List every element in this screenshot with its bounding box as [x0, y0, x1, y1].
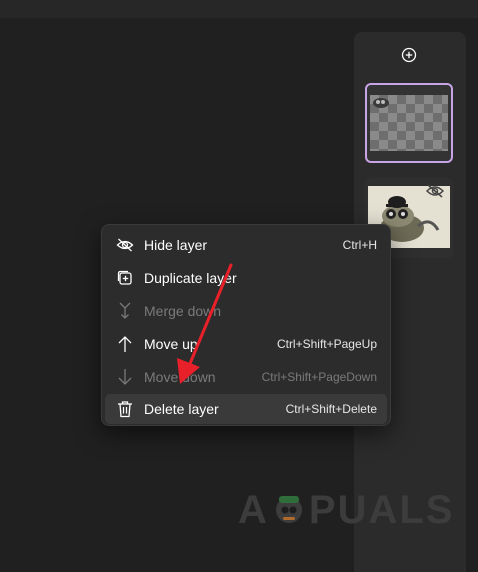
- menu-item-shortcut: Ctrl+Shift+PageUp: [276, 337, 377, 351]
- mascot-icon: [275, 496, 302, 523]
- menu-item-shortcut: Ctrl+Shift+Delete: [285, 402, 377, 416]
- layer-context-menu: Hide layer Ctrl+H Duplicate layer Merge …: [101, 224, 391, 426]
- menu-item-hide-layer[interactable]: Hide layer Ctrl+H: [105, 230, 387, 260]
- menu-item-delete-layer[interactable]: Delete layer Ctrl+Shift+Delete: [105, 394, 387, 424]
- watermark-text-left: A: [238, 487, 269, 532]
- menu-item-label: Delete layer: [144, 401, 219, 417]
- plus-circle-icon: [401, 47, 417, 63]
- menu-item-duplicate-layer[interactable]: Duplicate layer: [105, 263, 387, 293]
- arrow-up-icon: [115, 334, 135, 354]
- watermark-text-right: PUALS: [308, 487, 455, 532]
- menu-item-shortcut: Ctrl+H: [342, 238, 377, 252]
- menu-item-label: Move up: [144, 336, 198, 352]
- menu-item-merge-down[interactable]: Merge down: [105, 296, 387, 326]
- menu-item-label: Duplicate layer: [144, 270, 237, 286]
- eye-off-icon[interactable]: [425, 183, 445, 199]
- layer-thumbnail-selected[interactable]: [365, 83, 453, 163]
- eye-off-icon: [115, 235, 135, 255]
- add-layer-button[interactable]: [400, 46, 418, 64]
- trash-icon: [115, 399, 135, 419]
- watermark-logo: A PUALS: [238, 488, 454, 532]
- top-bar: [0, 0, 478, 18]
- duplicate-icon: [115, 268, 135, 288]
- menu-item-label: Hide layer: [144, 237, 208, 253]
- menu-item-shortcut: Ctrl+Shift+PageDown: [261, 370, 377, 384]
- menu-item-label: Move down: [144, 369, 216, 385]
- merge-down-icon: [115, 301, 135, 321]
- menu-item-move-up[interactable]: Move up Ctrl+Shift+PageUp: [105, 329, 387, 359]
- menu-item-label: Merge down: [144, 303, 222, 319]
- arrow-down-icon: [115, 367, 135, 387]
- layer-content-image: [373, 98, 389, 108]
- menu-item-move-down[interactable]: Move down Ctrl+Shift+PageDown: [105, 362, 387, 392]
